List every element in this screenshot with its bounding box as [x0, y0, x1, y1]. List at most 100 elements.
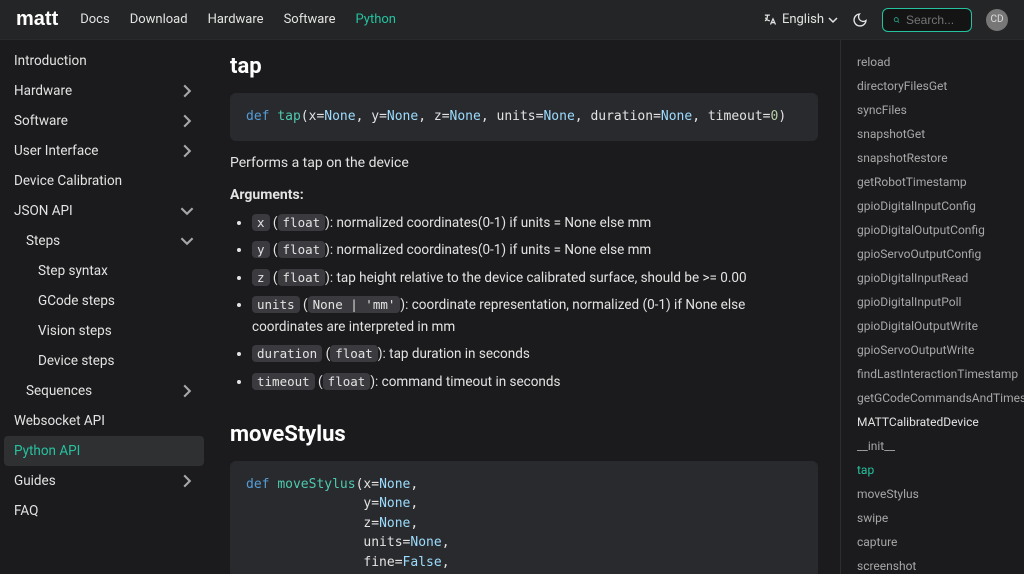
toc-item-gpioservooutputwrite[interactable]: gpioServoOutputWrite: [857, 338, 1018, 362]
nav-link-docs[interactable]: Docs: [80, 12, 109, 27]
toc-item-gpiodigitalinputpoll[interactable]: gpioDigitalInputPoll: [857, 290, 1018, 314]
arg-name: x: [252, 214, 270, 231]
sidebar-item-websocket-api[interactable]: Websocket API: [4, 406, 204, 436]
sidebar-item-label: Steps: [26, 233, 60, 249]
search-box[interactable]: [882, 8, 972, 32]
language-selector[interactable]: English: [763, 12, 838, 27]
sidebar-item-json-api[interactable]: JSON API: [4, 196, 204, 226]
arg-name: y: [252, 241, 270, 258]
nav-link-software[interactable]: Software: [284, 12, 336, 27]
toc-item-reload[interactable]: reload: [857, 50, 1018, 74]
toc-item-swipe[interactable]: swipe: [857, 506, 1018, 530]
toc-item-getgcodecommandsandtimestamps[interactable]: getGCodeCommandsAndTimestamps: [857, 386, 1018, 410]
sidebar-item-software[interactable]: Software: [4, 106, 204, 136]
sidebar-item-label: Step syntax: [38, 263, 108, 279]
arg-desc: : normalized coordinates(0-1) if units =…: [330, 215, 651, 231]
signature-tap: def tap(x=None, y=None, z=None, units=No…: [230, 93, 818, 141]
sidebar-item-label: Vision steps: [38, 323, 112, 339]
toc-item-gpioservooutputconfig[interactable]: gpioServoOutputConfig: [857, 242, 1018, 266]
chevron-right-icon: [180, 84, 194, 98]
signature-movestylus: def moveStylus(x=None, y=None, z=None, u…: [230, 461, 818, 574]
toc-item-mattcalibrateddevice[interactable]: MATTCalibratedDevice: [857, 410, 1018, 434]
argument-item: y (float): normalized coordinates(0-1) i…: [252, 240, 818, 262]
toc-item-gpiodigitalinputconfig[interactable]: gpioDigitalInputConfig: [857, 194, 1018, 218]
section-heading-tap: tap: [230, 54, 818, 79]
arg-desc: : tap duration in seconds: [383, 346, 530, 362]
toc-item-findlastinteractiontimestamp[interactable]: findLastInteractionTimestamp: [857, 362, 1018, 386]
sidebar-item-introduction[interactable]: Introduction: [4, 46, 204, 76]
chevron-right-icon: [180, 144, 194, 158]
toc-item-directoryfilesget[interactable]: directoryFilesGet: [857, 74, 1018, 98]
sidebar-item-label: GCode steps: [38, 293, 115, 309]
arg-desc: : tap height relative to the device cali…: [330, 270, 747, 286]
sidebar-item-hardware[interactable]: Hardware: [4, 76, 204, 106]
arg-desc: : normalized coordinates(0-1) if units =…: [330, 242, 651, 258]
top-nav: matt DocsDownloadHardwareSoftwarePython …: [0, 0, 1024, 40]
argument-item: timeout (float): command timeout in seco…: [252, 372, 818, 394]
nav-link-hardware[interactable]: Hardware: [208, 12, 264, 27]
toc-item-snapshotget[interactable]: snapshotGet: [857, 122, 1018, 146]
sidebar-item-label: Guides: [14, 473, 56, 489]
sidebar-item-python-api[interactable]: Python API: [4, 436, 204, 466]
arguments-list: x (float): normalized coordinates(0-1) i…: [252, 213, 818, 394]
toc-item-capture[interactable]: capture: [857, 530, 1018, 554]
tap-description: Performs a tap on the device: [230, 155, 818, 171]
toc-item-gpiodigitalinputread[interactable]: gpioDigitalInputRead: [857, 266, 1018, 290]
sidebar-item-gcode-steps[interactable]: GCode steps: [4, 286, 204, 316]
arg-name: timeout: [252, 373, 315, 390]
argument-item: x (float): normalized coordinates(0-1) i…: [252, 213, 818, 235]
toc-item-gpiodigitaloutputwrite[interactable]: gpioDigitalOutputWrite: [857, 314, 1018, 338]
sidebar-item-sequences[interactable]: Sequences: [4, 376, 204, 406]
toc-item-screenshot[interactable]: screenshot: [857, 554, 1018, 574]
sidebar-item-steps[interactable]: Steps: [4, 226, 204, 256]
arg-type: float: [278, 269, 326, 286]
search-input[interactable]: [906, 13, 961, 27]
toc-item-syncfiles[interactable]: syncFiles: [857, 98, 1018, 122]
sidebar-item-label: Hardware: [14, 83, 72, 99]
translate-icon: [763, 12, 778, 27]
theme-toggle[interactable]: [852, 12, 868, 28]
sidebar-item-label: Websocket API: [14, 413, 105, 429]
sidebar-item-vision-steps[interactable]: Vision steps: [4, 316, 204, 346]
sidebar-item-label: Introduction: [14, 53, 87, 69]
sidebar-item-faq[interactable]: FAQ: [4, 496, 204, 526]
sidebar-item-label: Device Calibration: [14, 173, 122, 189]
toc-item--init-[interactable]: __init__: [857, 434, 1018, 458]
layout: Introduction Hardware Software User Interfa…: [0, 40, 1024, 574]
nav-link-download[interactable]: Download: [130, 12, 188, 27]
sidebar: Introduction Hardware Software User Interfa…: [0, 40, 208, 574]
arg-type: float: [323, 373, 371, 390]
nav-links: Docs Download Hardware Software Python: [80, 12, 396, 27]
sidebar-item-user-interface[interactable]: User Interface: [4, 136, 204, 166]
toc-item-gpiodigitaloutputconfig[interactable]: gpioDigitalOutputConfig: [857, 218, 1018, 242]
chevron-down-icon: [180, 234, 194, 248]
arg-desc: : command timeout in seconds: [375, 374, 560, 390]
nav-link-python[interactable]: Python: [356, 12, 396, 27]
sidebar-item-label: Device steps: [38, 353, 114, 369]
sidebar-item-device-steps[interactable]: Device steps: [4, 346, 204, 376]
arg-type: float: [278, 241, 326, 258]
brand-logo[interactable]: matt: [16, 8, 58, 31]
arg-name: z: [252, 269, 270, 286]
toc-item-getrobottimestamp[interactable]: getRobotTimestamp: [857, 170, 1018, 194]
sidebar-item-step-syntax[interactable]: Step syntax: [4, 256, 204, 286]
sidebar-item-label: User Interface: [14, 143, 98, 159]
chevron-right-icon: [180, 114, 194, 128]
sidebar-item-label: JSON API: [14, 203, 73, 219]
toc-item-snapshotrestore[interactable]: snapshotRestore: [857, 146, 1018, 170]
toc-item-movestylus[interactable]: moveStylus: [857, 482, 1018, 506]
avatar[interactable]: CD: [986, 9, 1008, 31]
arg-type: None | 'mm': [308, 296, 401, 313]
toc-item-tap[interactable]: tap: [857, 458, 1018, 482]
table-of-contents: reloaddirectoryFilesGetsyncFilessnapshot…: [840, 40, 1024, 574]
sidebar-item-device-calibration[interactable]: Device Calibration: [4, 166, 204, 196]
arg-name: duration: [252, 345, 322, 362]
language-label: English: [782, 12, 824, 27]
search-icon: [893, 14, 900, 26]
argument-item: units (None | 'mm'): coordinate represen…: [252, 295, 818, 338]
sidebar-item-label: Sequences: [26, 383, 92, 399]
argument-item: duration (float): tap duration in second…: [252, 344, 818, 366]
moon-icon: [852, 12, 868, 28]
chevron-down-icon: [180, 204, 194, 218]
sidebar-item-guides[interactable]: Guides: [4, 466, 204, 496]
